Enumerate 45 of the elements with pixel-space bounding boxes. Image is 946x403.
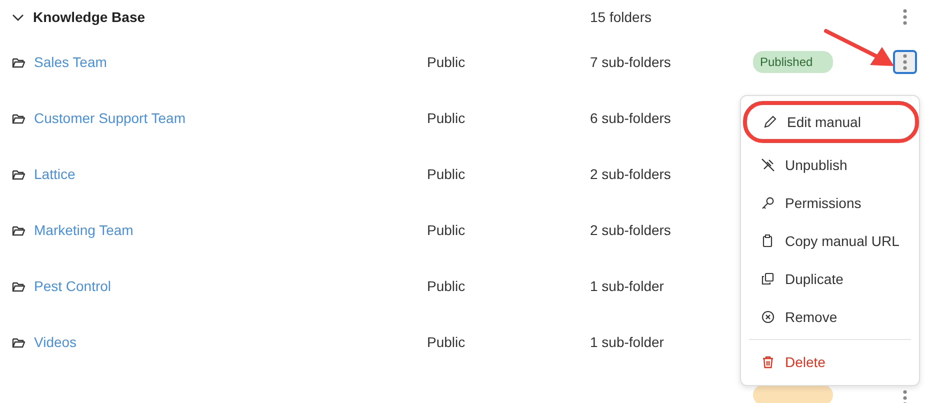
folder-count: 15 folders [590,8,652,24]
folder-link[interactable]: Videos [34,332,77,352]
folder-link[interactable]: Sales Team [34,52,107,72]
folder-link[interactable]: Lattice [34,164,76,184]
subfolder-count: 6 sub-folders [590,110,671,126]
crossed-pin-icon [761,158,775,172]
more-vertical-icon [903,54,907,70]
subfolder-count: 1 sub-folder [590,334,664,350]
key-icon [761,196,775,210]
subfolder-count: 1 sub-folder [590,278,664,294]
subfolder-count: 2 sub-folders [590,222,671,238]
menu-item[interactable]: Copy manual URL [741,222,919,260]
menu-item[interactable]: Duplicate [741,260,919,298]
more-vertical-icon [903,390,907,403]
more-vertical-icon [903,9,907,25]
folder-link[interactable]: Customer Support Team [34,108,186,128]
folder-icon [12,56,25,68]
folder-link[interactable]: Marketing Team [34,220,134,240]
folder-icon [12,224,25,236]
visibility-text: Public [427,54,466,70]
menu-item[interactable]: Permissions [741,184,919,222]
folder-icon [12,112,25,124]
folder-link[interactable]: Pest Control [34,276,112,296]
pencil-icon [763,115,777,129]
duplicate-icon [761,272,775,286]
trash-icon [761,355,775,369]
menu-item[interactable]: Remove [741,298,919,336]
group-title: Knowledge Base [33,8,146,27]
more-options-button[interactable] [893,50,917,74]
folder-icon [12,280,25,292]
menu-item[interactable]: Unpublish [741,146,919,184]
visibility-text: Public [427,222,466,238]
remove-icon [761,310,775,324]
visibility-text: Public [427,110,466,126]
visibility-text: Public [427,278,466,294]
menu-item[interactable]: Edit manual [743,101,919,143]
folder-icon [12,336,25,348]
subfolder-count: 7 sub-folders [590,54,671,70]
visibility-text: Public [427,166,466,182]
folder-icon [12,168,25,180]
clipboard-icon [761,234,775,248]
status-badge: Published [753,51,833,73]
subfolder-count: 2 sub-folders [590,166,671,182]
menu-item[interactable]: Delete [741,343,919,381]
visibility-text: Public [427,334,466,350]
